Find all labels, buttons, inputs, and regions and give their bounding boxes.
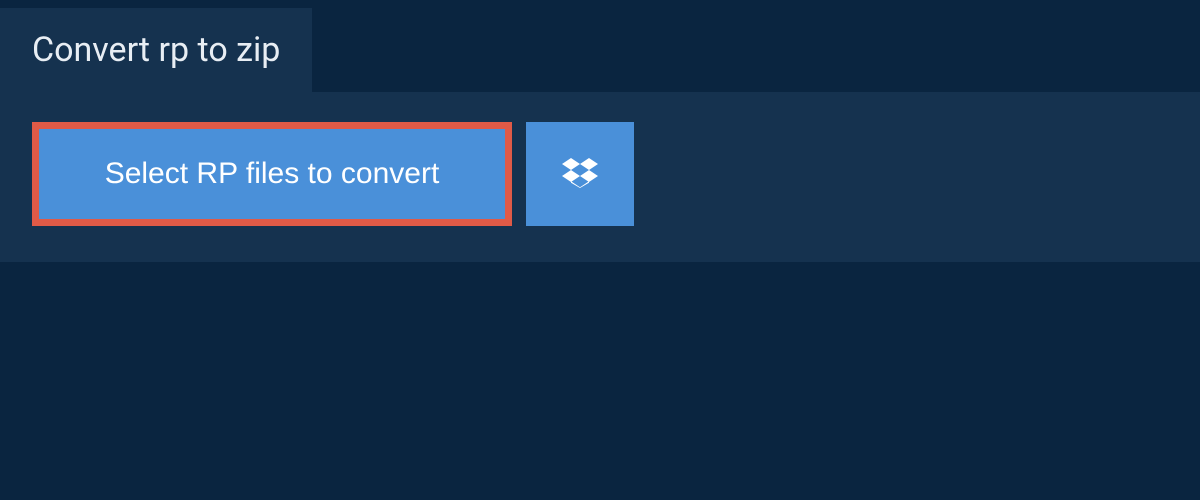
select-files-button[interactable]: Select RP files to convert [32, 122, 512, 226]
content-panel: Select RP files to convert [0, 92, 1200, 262]
select-files-label: Select RP files to convert [105, 157, 440, 191]
page-title-tab: Convert rp to zip [0, 8, 312, 92]
dropbox-icon [562, 155, 598, 194]
button-row: Select RP files to convert [32, 122, 1168, 226]
page-title: Convert rp to zip [32, 30, 280, 70]
dropbox-button[interactable] [526, 122, 634, 226]
